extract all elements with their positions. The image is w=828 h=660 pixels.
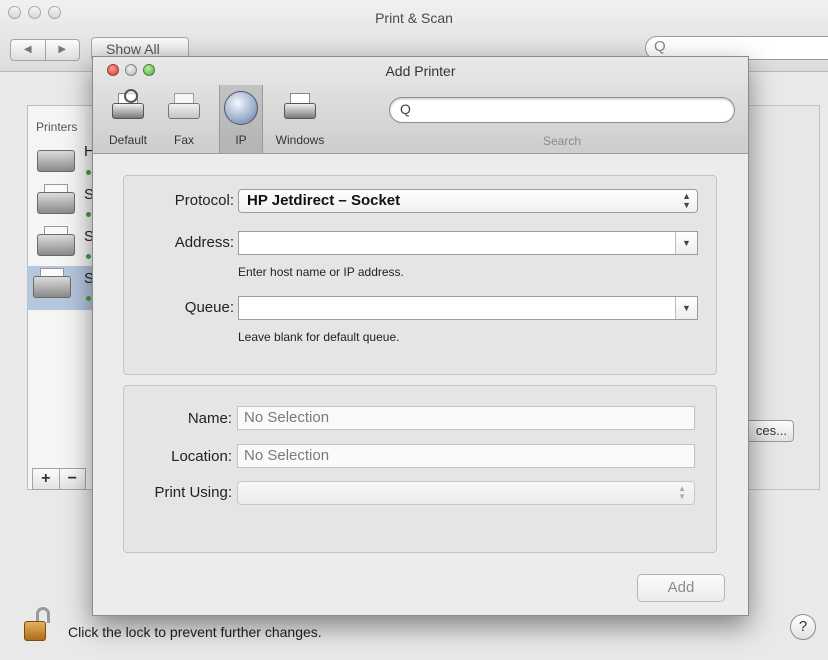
printer-list-item[interactable]	[34, 140, 80, 180]
status-dot	[86, 170, 91, 175]
queue-hint: Leave blank for default queue.	[238, 330, 400, 344]
window-title: Print & Scan	[375, 10, 453, 26]
lock-body	[24, 621, 46, 641]
printer-body	[112, 103, 144, 119]
fax-body	[168, 103, 200, 119]
address-hint: Enter host name or IP address.	[238, 265, 404, 279]
help-button[interactable]: ?	[790, 614, 816, 640]
printer-icon	[37, 192, 75, 214]
chevron-down-icon[interactable]: ▼	[675, 232, 697, 254]
globe-icon	[223, 91, 259, 125]
search-input[interactable]	[418, 101, 718, 119]
fax-icon	[166, 91, 202, 123]
status-dot	[86, 212, 91, 217]
popup-arrows-icon: ▲ ▼	[678, 484, 686, 501]
status-dot	[86, 254, 91, 259]
connection-group: Protocol: HP Jetdirect – Socket ▲ ▼ Addre…	[123, 175, 717, 375]
queue-combobox[interactable]: ▼	[238, 296, 698, 320]
print-using-label: Print Using:	[154, 484, 232, 501]
add-printer-toolbar: Add Printer Default Fax IP Windows Q Sea…	[93, 57, 748, 154]
location-field[interactable]: No Selection	[237, 444, 695, 468]
add-printer-button[interactable]: +	[33, 469, 60, 489]
address-input[interactable]	[239, 232, 675, 254]
printer-icon	[33, 276, 71, 298]
printer-icon	[37, 234, 75, 256]
windows-printer-icon	[282, 91, 318, 123]
chevron-down-icon[interactable]: ▼	[675, 297, 697, 319]
remove-printer-button[interactable]: −	[60, 469, 86, 489]
lock-message: Click the lock to prevent further change…	[68, 624, 322, 640]
add-printer-window: Add Printer Default Fax IP Windows Q Sea…	[92, 56, 749, 616]
lock-icon[interactable]	[24, 607, 50, 643]
toolbar-fax-label: Fax	[173, 133, 194, 147]
back-forward-control: ◀ ▶	[10, 39, 80, 61]
default-printer-icon	[110, 89, 146, 123]
queue-input[interactable]	[239, 297, 675, 319]
address-combobox[interactable]: ▼	[238, 231, 698, 255]
back-button[interactable]: ◀	[11, 40, 46, 60]
sheet-title: Add Printer	[385, 63, 456, 79]
add-remove-printer-control: + −	[32, 468, 86, 490]
search-icon: Q	[400, 101, 411, 117]
toolbar-default-label: Default	[108, 133, 148, 147]
forward-button[interactable]: ▶	[46, 40, 80, 60]
printer-body	[284, 103, 316, 119]
print-using-popup[interactable]: ▲ ▼	[237, 481, 695, 505]
laser-printer-icon	[37, 150, 75, 172]
protocol-value: HP Jetdirect – Socket	[247, 192, 401, 209]
search-label: Search	[542, 134, 582, 148]
toolbar-windows[interactable]: Windows	[267, 85, 333, 153]
toolbar-ip-label: IP	[235, 133, 247, 147]
add-button[interactable]: Add	[637, 574, 725, 602]
protocol-label: Protocol:	[174, 192, 234, 209]
search-icon: Q	[654, 38, 666, 55]
queue-label: Queue:	[184, 299, 234, 316]
toolbar-default[interactable]: Default	[103, 85, 153, 153]
magnifier	[124, 89, 138, 103]
search-field[interactable]: Q	[389, 97, 735, 123]
status-dot	[86, 296, 91, 301]
printer-details-group: Name: No Selection Location: No Selectio…	[123, 385, 717, 553]
toolbar-windows-label: Windows	[275, 133, 325, 147]
popup-arrows-icon: ▲ ▼	[682, 191, 691, 210]
toolbar-fax[interactable]: Fax	[159, 85, 209, 153]
protocol-popup[interactable]: HP Jetdirect – Socket ▲ ▼	[238, 189, 698, 213]
location-label: Location:	[171, 448, 232, 465]
printer-list-item[interactable]	[34, 224, 80, 264]
name-field[interactable]: No Selection	[237, 406, 695, 430]
printers-label: Printers	[36, 120, 78, 134]
address-label: Address:	[174, 234, 234, 251]
options-button-label: ces...	[755, 423, 787, 438]
toolbar-ip[interactable]: IP	[219, 85, 263, 153]
printer-list-item[interactable]	[34, 182, 80, 222]
name-label: Name:	[187, 410, 232, 427]
globe-shape	[224, 91, 258, 125]
